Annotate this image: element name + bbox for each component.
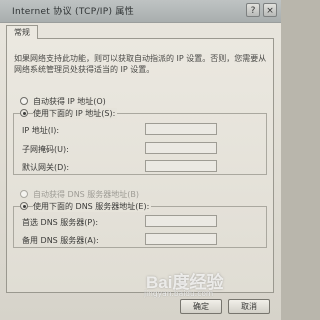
close-button[interactable]: ×: [263, 3, 277, 17]
ok-button[interactable]: 确定: [180, 299, 222, 314]
subnet-mask-label: 子网掩码(U):: [22, 145, 69, 154]
manual-ip-radio[interactable]: [20, 109, 28, 117]
manual-dns-radio[interactable]: [20, 202, 28, 210]
auto-ip-radio[interactable]: [20, 97, 28, 105]
default-gateway-label: 默认网关(D):: [22, 163, 70, 172]
watermark-url: jingyan.baidu.com: [144, 289, 214, 298]
ip-address-field[interactable]: [145, 123, 217, 135]
ip-address-label: IP 地址(I):: [22, 126, 60, 135]
alternate-dns-field[interactable]: [145, 233, 217, 245]
help-button[interactable]: ?: [246, 3, 260, 17]
default-gateway-field[interactable]: [145, 160, 217, 172]
tab-general[interactable]: 常规: [6, 25, 38, 39]
tcpip-properties-dialog: Internet 协议 (TCP/IP) 属性 ? × 常规 如果网络支持此功能…: [0, 0, 281, 320]
auto-dns-radio[interactable]: [20, 190, 28, 198]
alternate-dns-label: 备用 DNS 服务器(A):: [22, 236, 99, 245]
title-bar[interactable]: Internet 协议 (TCP/IP) 属性 ? ×: [0, 0, 281, 23]
window-title: Internet 协议 (TCP/IP) 属性: [12, 7, 135, 17]
cancel-button[interactable]: 取消: [228, 299, 270, 314]
auto-ip-label[interactable]: 自动获得 IP 地址(O): [33, 96, 106, 107]
auto-dns-label[interactable]: 自动获得 DNS 服务器地址(B): [33, 189, 139, 200]
preferred-dns-label: 首选 DNS 服务器(P):: [22, 218, 99, 227]
manual-dns-label[interactable]: 使用下面的 DNS 服务器地址(E):: [33, 201, 152, 212]
intro-text: 如果网络支持此功能，则可以获取自动指派的 IP 设置。否则，您需要从网络系统管理…: [14, 54, 267, 74]
preferred-dns-field[interactable]: [145, 215, 217, 227]
manual-ip-label[interactable]: 使用下面的 IP 地址(S):: [33, 108, 118, 119]
subnet-mask-field[interactable]: [145, 142, 217, 154]
